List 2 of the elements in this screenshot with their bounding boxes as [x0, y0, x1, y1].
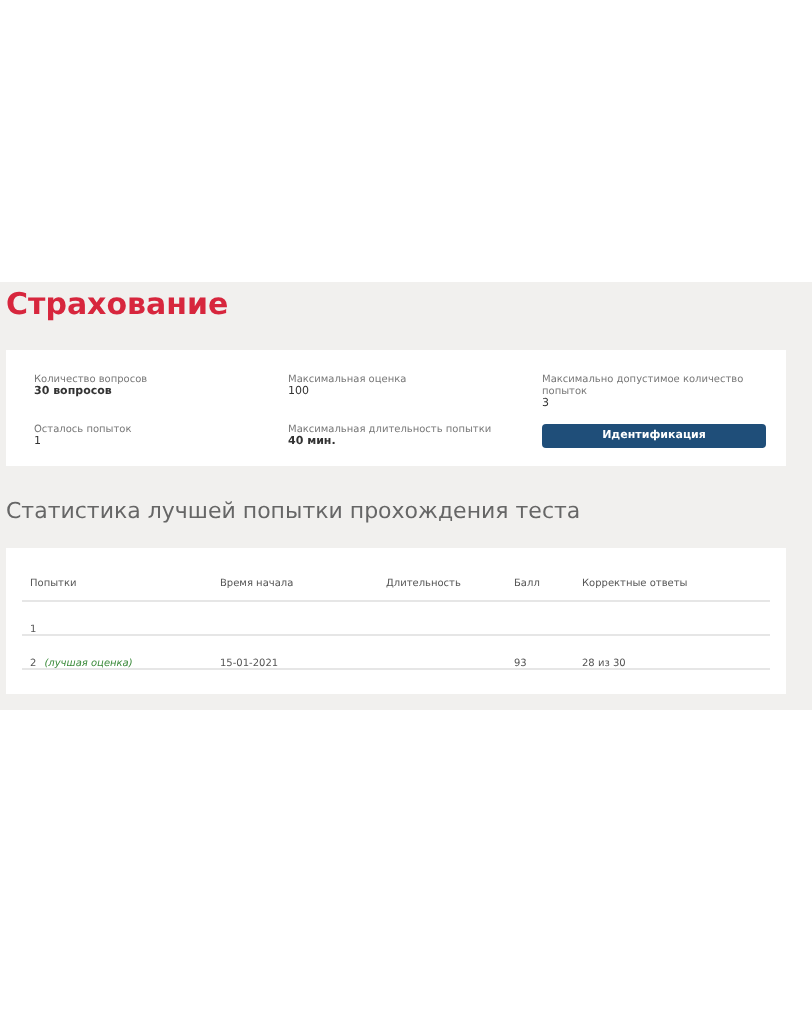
- section-heading: Статистика лучшей попытки прохождения теста: [6, 498, 583, 524]
- page-title: Страхование: [6, 286, 231, 322]
